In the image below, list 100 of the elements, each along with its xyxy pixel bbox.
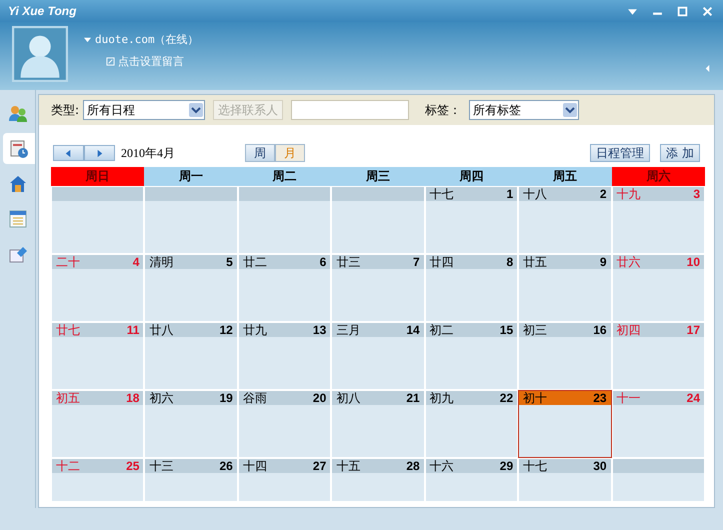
lunar-date: 廿九 — [242, 322, 267, 338]
previous-button[interactable] — [53, 145, 84, 161]
day-cell[interactable]: 初九 22 — [424, 390, 518, 458]
people-icon — [8, 104, 28, 124]
lunar-date: 初十 — [523, 390, 548, 406]
lunar-date: 二十 — [56, 254, 80, 270]
lunar-date: 初二 — [430, 322, 454, 338]
day-cell[interactable]: 十八 2 — [518, 186, 612, 254]
lunar-date: 十一 — [616, 390, 641, 406]
day-cell[interactable]: 初八 21 — [331, 390, 425, 458]
day-cell[interactable]: 廿二 6 — [238, 254, 332, 322]
day-cell[interactable]: 廿五 9 — [518, 254, 612, 322]
day-cell[interactable]: 十七 1 — [424, 186, 518, 254]
day-number: 18 — [126, 391, 140, 405]
day-number: 22 — [500, 391, 514, 405]
day-cell[interactable]: 廿三 7 — [331, 254, 425, 322]
day-cell[interactable]: 十七 30 — [518, 458, 612, 502]
chevron-down-icon[interactable] — [563, 103, 578, 117]
day-number: 12 — [219, 323, 233, 337]
weekday-header: 周五 — [518, 167, 612, 186]
lunar-date: 廿七 — [56, 322, 80, 338]
lunar-date: 十七 — [523, 458, 548, 474]
weekday-header: 周一 — [144, 167, 238, 186]
avatar-icon[interactable] — [12, 26, 68, 82]
day-number: 7 — [413, 255, 420, 269]
day-number: 21 — [406, 391, 420, 405]
day-number: 19 — [219, 391, 233, 405]
weekday-header: 周二 — [238, 167, 332, 186]
lunar-date: 三月 — [336, 322, 360, 338]
day-number: 6 — [320, 255, 326, 269]
lunar-date: 廿五 — [523, 254, 548, 270]
day-number: 17 — [686, 323, 700, 337]
day-number: 14 — [406, 323, 420, 337]
day-cell[interactable]: 廿四 8 — [424, 254, 518, 322]
weekday-header: 周三 — [331, 167, 425, 186]
lunar-date: 廿六 — [616, 254, 641, 270]
day-cell[interactable]: 初三 16 — [518, 322, 612, 390]
day-number: 29 — [500, 459, 514, 473]
edit-icon[interactable] — [106, 57, 115, 66]
arrow-icon[interactable] — [704, 64, 711, 73]
day-cell[interactable]: 三月 14 — [331, 322, 425, 390]
day-cell[interactable]: 初六 19 — [144, 390, 238, 458]
day-cell[interactable] — [331, 186, 425, 254]
lunar-date: 初八 — [336, 390, 360, 406]
day-cell[interactable] — [144, 186, 238, 254]
day-cell[interactable]: 廿八 12 — [144, 322, 238, 390]
day-cell[interactable]: 十四 27 — [238, 458, 332, 502]
schedule-button[interactable]: 日程管理 — [590, 144, 650, 162]
weekday-header: 周六 — [612, 167, 705, 186]
day-cell[interactable]: 廿九 13 — [238, 322, 332, 390]
window-title: Yi Xue Tong — [8, 4, 76, 18]
contact-field[interactable] — [291, 100, 410, 120]
next-button[interactable] — [84, 145, 115, 161]
day-cell[interactable]: 清明 5 — [144, 254, 238, 322]
lunar-date: 十三 — [149, 458, 174, 474]
lunar-date: 廿四 — [430, 254, 454, 270]
day-number: 5 — [226, 255, 233, 269]
day-cell[interactable]: 初二 15 — [424, 322, 518, 390]
day-cell[interactable] — [612, 458, 705, 502]
day-number: 2 — [600, 187, 607, 201]
weekday-header: 周日 — [51, 167, 144, 186]
close-icon[interactable] — [702, 6, 713, 16]
day-number: 23 — [593, 391, 607, 405]
add-button[interactable]: 添 加 — [660, 144, 700, 162]
lunar-date: 十二 — [56, 458, 80, 474]
day-number: 10 — [686, 255, 700, 269]
day-number: 27 — [312, 459, 326, 473]
day-number: 30 — [593, 459, 607, 473]
day-cell[interactable]: 谷雨 20 — [238, 390, 332, 458]
lunar-date: 十六 — [430, 458, 454, 474]
calendar-clock-icon — [9, 138, 29, 158]
day-number: 20 — [312, 391, 326, 405]
lunar-date: 谷雨 — [242, 390, 267, 406]
day-number: 26 — [219, 459, 233, 473]
maximize-icon[interactable] — [677, 6, 688, 16]
day-number: 13 — [312, 323, 326, 337]
lunar-date: 十九 — [616, 186, 641, 202]
month-label: 2010年4月 — [121, 144, 175, 162]
chevron-down-icon[interactable] — [189, 103, 204, 117]
day-number: 1 — [506, 187, 514, 201]
lunar-date: 廿三 — [336, 254, 360, 270]
list-icon — [8, 208, 28, 228]
day-cell[interactable]: 初十 23 — [518, 390, 612, 458]
tag-dropdown[interactable]: 所有标签 — [469, 100, 580, 120]
day-number: 9 — [600, 255, 607, 269]
day-number: 16 — [593, 323, 607, 337]
tag-label: 标签： — [425, 102, 462, 118]
day-cell[interactable] — [51, 186, 144, 254]
day-cell[interactable]: 十六 29 — [424, 458, 518, 502]
sidebar-tab[interactable] — [3, 133, 35, 164]
day-number: 24 — [686, 391, 700, 405]
day-cell[interactable] — [238, 186, 332, 254]
caret-icon[interactable] — [84, 36, 91, 43]
day-number: 3 — [693, 187, 700, 201]
day-number: 11 — [126, 323, 140, 337]
day-cell[interactable]: 十五 28 — [331, 458, 425, 502]
right-arrow-icon — [95, 148, 104, 158]
day-cell[interactable]: 十三 26 — [144, 458, 238, 502]
type-dropdown[interactable]: 所有日程 — [83, 100, 206, 120]
view-tab[interactable]: 周 — [245, 144, 275, 162]
